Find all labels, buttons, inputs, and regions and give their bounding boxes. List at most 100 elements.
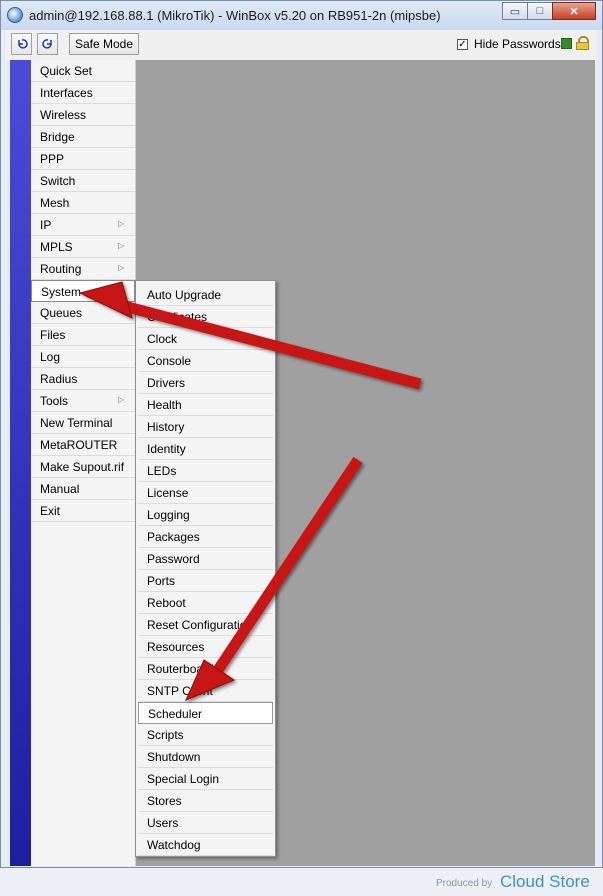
menu-item-switch[interactable]: Switch — [31, 170, 135, 192]
winbox-brand-bar — [10, 60, 31, 866]
submenu-item-history[interactable]: History — [138, 416, 273, 438]
submenu-item-password[interactable]: Password — [138, 548, 273, 570]
submenu-item-label: Clock — [147, 332, 178, 346]
submenu-item-license[interactable]: License — [138, 482, 273, 504]
menu-item-interfaces[interactable]: Interfaces — [31, 82, 135, 104]
main-menu: Quick Set Interfaces Wireless Bridge PPP Swit… — [31, 60, 136, 866]
submenu-item-label: Drivers — [147, 376, 185, 390]
undo-button[interactable] — [11, 33, 32, 55]
menu-item-tools[interactable]: Tools ▷ — [31, 390, 135, 412]
menu-item-manual[interactable]: Manual — [31, 478, 135, 500]
safe-mode-button[interactable]: Safe Mode — [69, 33, 139, 55]
submenu-item-special-login[interactable]: Special Login — [138, 768, 273, 790]
submenu-item-clock[interactable]: Clock — [138, 328, 273, 350]
menu-item-bridge[interactable]: Bridge — [31, 126, 135, 148]
menu-item-label: Mesh — [40, 196, 70, 210]
submenu-item-stores[interactable]: Stores — [138, 790, 273, 812]
submenu-item-certificates[interactable]: Certificates — [138, 306, 273, 328]
menu-item-exit[interactable]: Exit — [31, 500, 135, 522]
submenu-arrow-icon: ▷ — [118, 241, 125, 250]
submenu-item-identity[interactable]: Identity — [138, 438, 273, 460]
menu-item-new-terminal[interactable]: New Terminal — [31, 412, 135, 434]
submenu-item-label: Routerboard — [147, 662, 214, 676]
title-bar[interactable]: admin@192.168.88.1 (MikroTik) - WinBox v… — [1, 1, 602, 30]
workspace: Quick Set Interfaces Wireless Bridge PPP Swit… — [10, 60, 595, 866]
close-button[interactable]: ✕ — [552, 2, 596, 20]
submenu-item-routerboard[interactable]: Routerboard — [138, 658, 273, 680]
submenu-item-label: Scripts — [147, 728, 184, 742]
undo-icon — [17, 39, 28, 49]
menu-item-label: Make Supout.rif — [40, 460, 125, 474]
menu-item-label: Routing — [40, 262, 82, 276]
window-controls: ▭ □ ✕ — [502, 2, 596, 20]
menu-item-label: IP — [40, 218, 52, 232]
submenu-item-auto-upgrade[interactable]: Auto Upgrade — [138, 284, 273, 306]
submenu-item-scheduler[interactable]: Scheduler — [138, 702, 273, 724]
submenu-item-leds[interactable]: LEDs — [138, 460, 273, 482]
submenu-item-resources[interactable]: Resources — [138, 636, 273, 658]
submenu-item-label: Special Login — [147, 772, 220, 786]
menu-item-log[interactable]: Log — [31, 346, 135, 368]
menu-item-label: Radius — [40, 372, 78, 386]
menu-item-ppp[interactable]: PPP — [31, 148, 135, 170]
submenu-item-label: Users — [147, 816, 179, 830]
menu-item-mesh[interactable]: Mesh — [31, 192, 135, 214]
submenu-item-reboot[interactable]: Reboot — [138, 592, 273, 614]
menu-item-queues[interactable]: Queues — [31, 302, 135, 324]
produced-by-label: Produced by — [436, 878, 493, 889]
menu-item-routing[interactable]: Routing ▷ — [31, 258, 135, 280]
hide-passwords-label: Hide Passwords — [474, 37, 561, 51]
submenu-item-label: Stores — [147, 794, 182, 808]
menu-item-label: Exit — [40, 504, 61, 518]
hide-passwords-toggle[interactable]: ✓ Hide Passwords — [457, 37, 561, 51]
submenu-arrow-icon: ▷ — [118, 219, 125, 228]
menu-item-label: New Terminal — [40, 416, 113, 430]
submenu-item-label: Resources — [147, 640, 205, 654]
submenu-item-label: Ports — [147, 574, 176, 588]
maximize-button[interactable]: □ — [527, 2, 553, 20]
menu-item-label: Bridge — [40, 130, 75, 144]
menu-item-make-supout-rif[interactable]: Make Supout.rif — [31, 456, 135, 478]
menu-item-ip[interactable]: IP ▷ — [31, 214, 135, 236]
submenu-item-sntp-client[interactable]: SNTP Client — [138, 680, 273, 702]
submenu-item-logging[interactable]: Logging — [138, 504, 273, 526]
submenu-item-scripts[interactable]: Scripts — [138, 724, 273, 746]
menu-item-system[interactable]: System ▷ — [31, 280, 135, 302]
submenu-item-label: Password — [147, 552, 200, 566]
submenu-item-label: Shutdown — [147, 750, 201, 764]
window-title: admin@192.168.88.1 (MikroTik) - WinBox v… — [29, 8, 441, 23]
submenu-item-label: History — [147, 420, 185, 434]
submenu-item-label: Identity — [147, 442, 186, 456]
menu-item-label: MetaROUTER — [40, 438, 118, 452]
submenu-item-health[interactable]: Health — [138, 394, 273, 416]
menu-item-label: Log — [40, 350, 61, 364]
redo-button[interactable] — [37, 33, 58, 55]
winbox-window: admin@192.168.88.1 (MikroTik) - WinBox v… — [0, 0, 603, 868]
submenu-item-drivers[interactable]: Drivers — [138, 372, 273, 394]
menu-item-mpls[interactable]: MPLS ▷ — [31, 236, 135, 258]
submenu-item-ports[interactable]: Ports — [138, 570, 273, 592]
submenu-item-shutdown[interactable]: Shutdown — [138, 746, 273, 768]
submenu-item-label: Scheduler — [148, 707, 203, 721]
submenu-item-label: Packages — [147, 530, 200, 544]
menu-item-label: System — [41, 285, 82, 299]
submenu-item-packages[interactable]: Packages — [138, 526, 273, 548]
submenu-item-console[interactable]: Console — [138, 350, 273, 372]
minimize-button[interactable]: ▭ — [502, 2, 528, 20]
menu-item-metarouter[interactable]: MetaROUTER — [31, 434, 135, 456]
submenu-item-label: SNTP Client — [147, 684, 213, 698]
submenu-arrow-icon: ▷ — [118, 263, 125, 272]
submenu-item-users[interactable]: Users — [138, 812, 273, 834]
menu-item-files[interactable]: Files — [31, 324, 135, 346]
winbox-app-icon — [7, 7, 23, 23]
menu-item-quick-set[interactable]: Quick Set — [31, 60, 135, 82]
toolbar: Safe Mode ✓ Hide Passwords — [6, 30, 597, 60]
menu-item-label: Wireless — [40, 108, 87, 122]
submenu-item-reset-configuration[interactable]: Reset Configuration — [138, 614, 273, 636]
menu-item-radius[interactable]: Radius — [31, 368, 135, 390]
menu-item-label: Manual — [40, 482, 80, 496]
menu-item-wireless[interactable]: Wireless — [31, 104, 135, 126]
menu-item-label: PPP — [40, 152, 65, 166]
submenu-item-watchdog[interactable]: Watchdog — [138, 834, 273, 856]
hide-passwords-checkbox[interactable]: ✓ — [457, 38, 468, 50]
